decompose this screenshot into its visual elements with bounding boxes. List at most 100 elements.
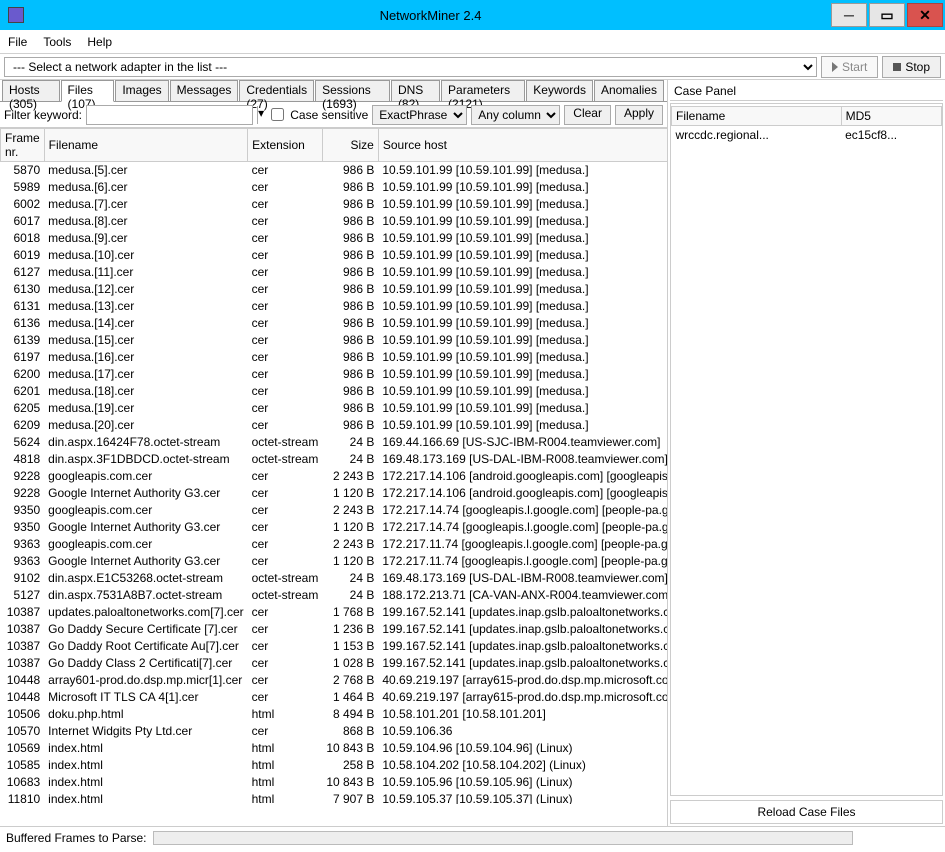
tab-files-107-[interactable]: Files (107) xyxy=(61,80,115,102)
col-filename[interactable]: Filename xyxy=(44,129,247,162)
table-row[interactable]: 5989medusa.[6].cercer986 B10.59.101.99 [… xyxy=(1,179,668,196)
table-row[interactable]: 5624din.aspx.16424F78.octet-streamoctet-… xyxy=(1,434,668,451)
cell-ext: cer xyxy=(248,196,323,213)
cell-host: 10.59.101.99 [10.59.101.99] [medusa.] xyxy=(378,179,667,196)
table-row[interactable]: 6205medusa.[19].cercer986 B10.59.101.99 … xyxy=(1,400,668,417)
table-row[interactable]: 6197medusa.[16].cercer986 B10.59.101.99 … xyxy=(1,349,668,366)
adapter-select[interactable]: --- Select a network adapter in the list… xyxy=(4,57,817,77)
tab-anomalies[interactable]: Anomalies xyxy=(594,80,664,101)
tab-dns-82-[interactable]: DNS (82) xyxy=(391,80,440,101)
table-row[interactable]: 11810index.htmlhtml7 907 B10.59.105.37 [… xyxy=(1,791,668,805)
table-row[interactable]: 6131medusa.[13].cercer986 B10.59.101.99 … xyxy=(1,298,668,315)
menu-help[interactable]: Help xyxy=(87,35,112,49)
case-sensitive-checkbox[interactable] xyxy=(271,108,284,121)
table-row[interactable]: 6018medusa.[9].cercer986 B10.59.101.99 [… xyxy=(1,230,668,247)
cell-host: 172.217.14.74 [googleapis.l.google.com] … xyxy=(378,519,667,536)
cell-frame: 9228 xyxy=(1,468,45,485)
col-size[interactable]: Size xyxy=(322,129,378,162)
table-row[interactable]: 10585index.htmlhtml258 B10.58.104.202 [1… xyxy=(1,757,668,774)
cell-frame: 9363 xyxy=(1,536,45,553)
tab-keywords[interactable]: Keywords xyxy=(526,80,593,101)
table-row[interactable]: 5127din.aspx.7531A8B7.octet-streamoctet-… xyxy=(1,587,668,604)
cell-filename: Google Internet Authority G3.cer xyxy=(44,485,247,502)
cell-host: 10.59.105.37 [10.59.105.37] (Linux) xyxy=(378,791,667,805)
case-col-md5[interactable]: MD5 xyxy=(841,107,941,126)
table-row[interactable]: 10387updates.paloaltonetworks.com[7].cer… xyxy=(1,604,668,621)
files-table-scroll[interactable]: Frame nr. Filename Extension Size Source… xyxy=(0,128,667,804)
apply-button[interactable]: Apply xyxy=(615,105,663,125)
filter-dropdown-icon[interactable]: ▾ xyxy=(257,106,265,124)
table-row[interactable]: 6019medusa.[10].cercer986 B10.59.101.99 … xyxy=(1,247,668,264)
table-row[interactable]: 10387Go Daddy Root Certificate Au[7].cer… xyxy=(1,638,668,655)
table-row[interactable]: 9102din.aspx.E1C53268.octet-streamoctet-… xyxy=(1,570,668,587)
table-row[interactable]: 9350Google Internet Authority G3.cercer1… xyxy=(1,519,668,536)
table-row[interactable]: 10387Go Daddy Class 2 Certificati[7].cer… xyxy=(1,655,668,672)
table-row[interactable]: 6136medusa.[14].cercer986 B10.59.101.99 … xyxy=(1,315,668,332)
table-row[interactable]: 6200medusa.[17].cercer986 B10.59.101.99 … xyxy=(1,366,668,383)
table-row[interactable]: 9350googleapis.com.cercer2 243 B172.217.… xyxy=(1,502,668,519)
table-row[interactable]: 6002medusa.[7].cercer986 B10.59.101.99 [… xyxy=(1,196,668,213)
menu-tools[interactable]: Tools xyxy=(43,35,71,49)
start-button[interactable]: Start xyxy=(821,56,878,78)
cell-frame: 9102 xyxy=(1,570,45,587)
table-row[interactable]: 10506doku.php.htmlhtml8 494 B10.58.101.2… xyxy=(1,706,668,723)
table-row[interactable]: 10448Microsoft IT TLS CA 4[1].cercer1 46… xyxy=(1,689,668,706)
filter-input[interactable] xyxy=(86,105,253,125)
table-row[interactable]: 6130medusa.[12].cercer986 B10.59.101.99 … xyxy=(1,281,668,298)
col-frame[interactable]: Frame nr. xyxy=(1,129,45,162)
table-row[interactable]: 4818din.aspx.3F1DBDCD.octet-streamoctet-… xyxy=(1,451,668,468)
table-row[interactable]: 9363googleapis.com.cercer2 243 B172.217.… xyxy=(1,536,668,553)
tab-parameters-2121-[interactable]: Parameters (2121) xyxy=(441,80,525,101)
tab-credentials-27-[interactable]: Credentials (27) xyxy=(239,80,314,101)
tab-messages[interactable]: Messages xyxy=(170,80,239,101)
table-row[interactable]: 6139medusa.[15].cercer986 B10.59.101.99 … xyxy=(1,332,668,349)
table-row[interactable]: 10570Internet Widgits Pty Ltd.cercer868 … xyxy=(1,723,668,740)
table-row[interactable]: 5870medusa.[5].cercer986 B10.59.101.99 [… xyxy=(1,162,668,179)
cell-frame: 6205 xyxy=(1,400,45,417)
table-row[interactable]: 6201medusa.[18].cercer986 B10.59.101.99 … xyxy=(1,383,668,400)
table-row[interactable]: 9228Google Internet Authority G3.cercer1… xyxy=(1,485,668,502)
table-row[interactable]: 10448array601-prod.do.dsp.mp.micr[1].cer… xyxy=(1,672,668,689)
files-table: Frame nr. Filename Extension Size Source… xyxy=(0,128,667,804)
close-button[interactable]: ✕ xyxy=(907,3,943,27)
cell-frame: 6139 xyxy=(1,332,45,349)
reload-case-files-button[interactable]: Reload Case Files xyxy=(670,800,943,824)
menu-file[interactable]: File xyxy=(8,35,27,49)
cell-frame: 6209 xyxy=(1,417,45,434)
cell-frame: 5127 xyxy=(1,587,45,604)
clear-button[interactable]: Clear xyxy=(564,105,611,125)
cell-host: 172.217.14.74 [googleapis.l.google.com] … xyxy=(378,502,667,519)
stop-button[interactable]: Stop xyxy=(882,56,941,78)
table-row[interactable]: 6127medusa.[11].cercer986 B10.59.101.99 … xyxy=(1,264,668,281)
col-ext[interactable]: Extension xyxy=(248,129,323,162)
maximize-button[interactable]: ▭ xyxy=(869,3,905,27)
cell-host: 10.58.101.201 [10.58.101.201] xyxy=(378,706,667,723)
filter-mode-select[interactable]: ExactPhrase xyxy=(372,105,467,125)
table-row[interactable]: 10683index.htmlhtml10 843 B10.59.105.96 … xyxy=(1,774,668,791)
cell-frame: 9350 xyxy=(1,519,45,536)
cell-host: 40.69.219.197 [array615-prod.do.dsp.mp.m… xyxy=(378,672,667,689)
table-row[interactable]: 9228googleapis.com.cercer2 243 B172.217.… xyxy=(1,468,668,485)
cell-size: 986 B xyxy=(322,349,378,366)
tab-hosts-305-[interactable]: Hosts (305) xyxy=(2,80,60,101)
minimize-button[interactable]: ─ xyxy=(831,3,867,27)
tab-images[interactable]: Images xyxy=(115,80,168,101)
case-row[interactable]: wrccdc.regional... ec15cf8... xyxy=(672,126,942,145)
table-row[interactable]: 6017medusa.[8].cercer986 B10.59.101.99 [… xyxy=(1,213,668,230)
col-host[interactable]: Source host xyxy=(378,129,667,162)
tab-sessions-1693-[interactable]: Sessions (1693) xyxy=(315,80,390,101)
table-row[interactable]: 10569index.htmlhtml10 843 B10.59.104.96 … xyxy=(1,740,668,757)
cell-frame: 10448 xyxy=(1,689,45,706)
cell-frame: 10569 xyxy=(1,740,45,757)
cell-ext: octet-stream xyxy=(248,587,323,604)
filter-column-select[interactable]: Any column xyxy=(471,105,560,125)
cell-ext: octet-stream xyxy=(248,434,323,451)
cell-frame: 6201 xyxy=(1,383,45,400)
table-row[interactable]: 6209medusa.[20].cercer986 B10.59.101.99 … xyxy=(1,417,668,434)
table-row[interactable]: 9363Google Internet Authority G3.cercer1… xyxy=(1,553,668,570)
cell-host: 169.44.166.69 [US-SJC-IBM-R004.teamviewe… xyxy=(378,434,667,451)
case-col-filename[interactable]: Filename xyxy=(672,107,842,126)
cell-ext: cer xyxy=(248,485,323,502)
case-panel-body: Filename MD5 wrccdc.regional... ec15cf8.… xyxy=(670,103,943,796)
table-row[interactable]: 10387Go Daddy Secure Certificate [7].cer… xyxy=(1,621,668,638)
